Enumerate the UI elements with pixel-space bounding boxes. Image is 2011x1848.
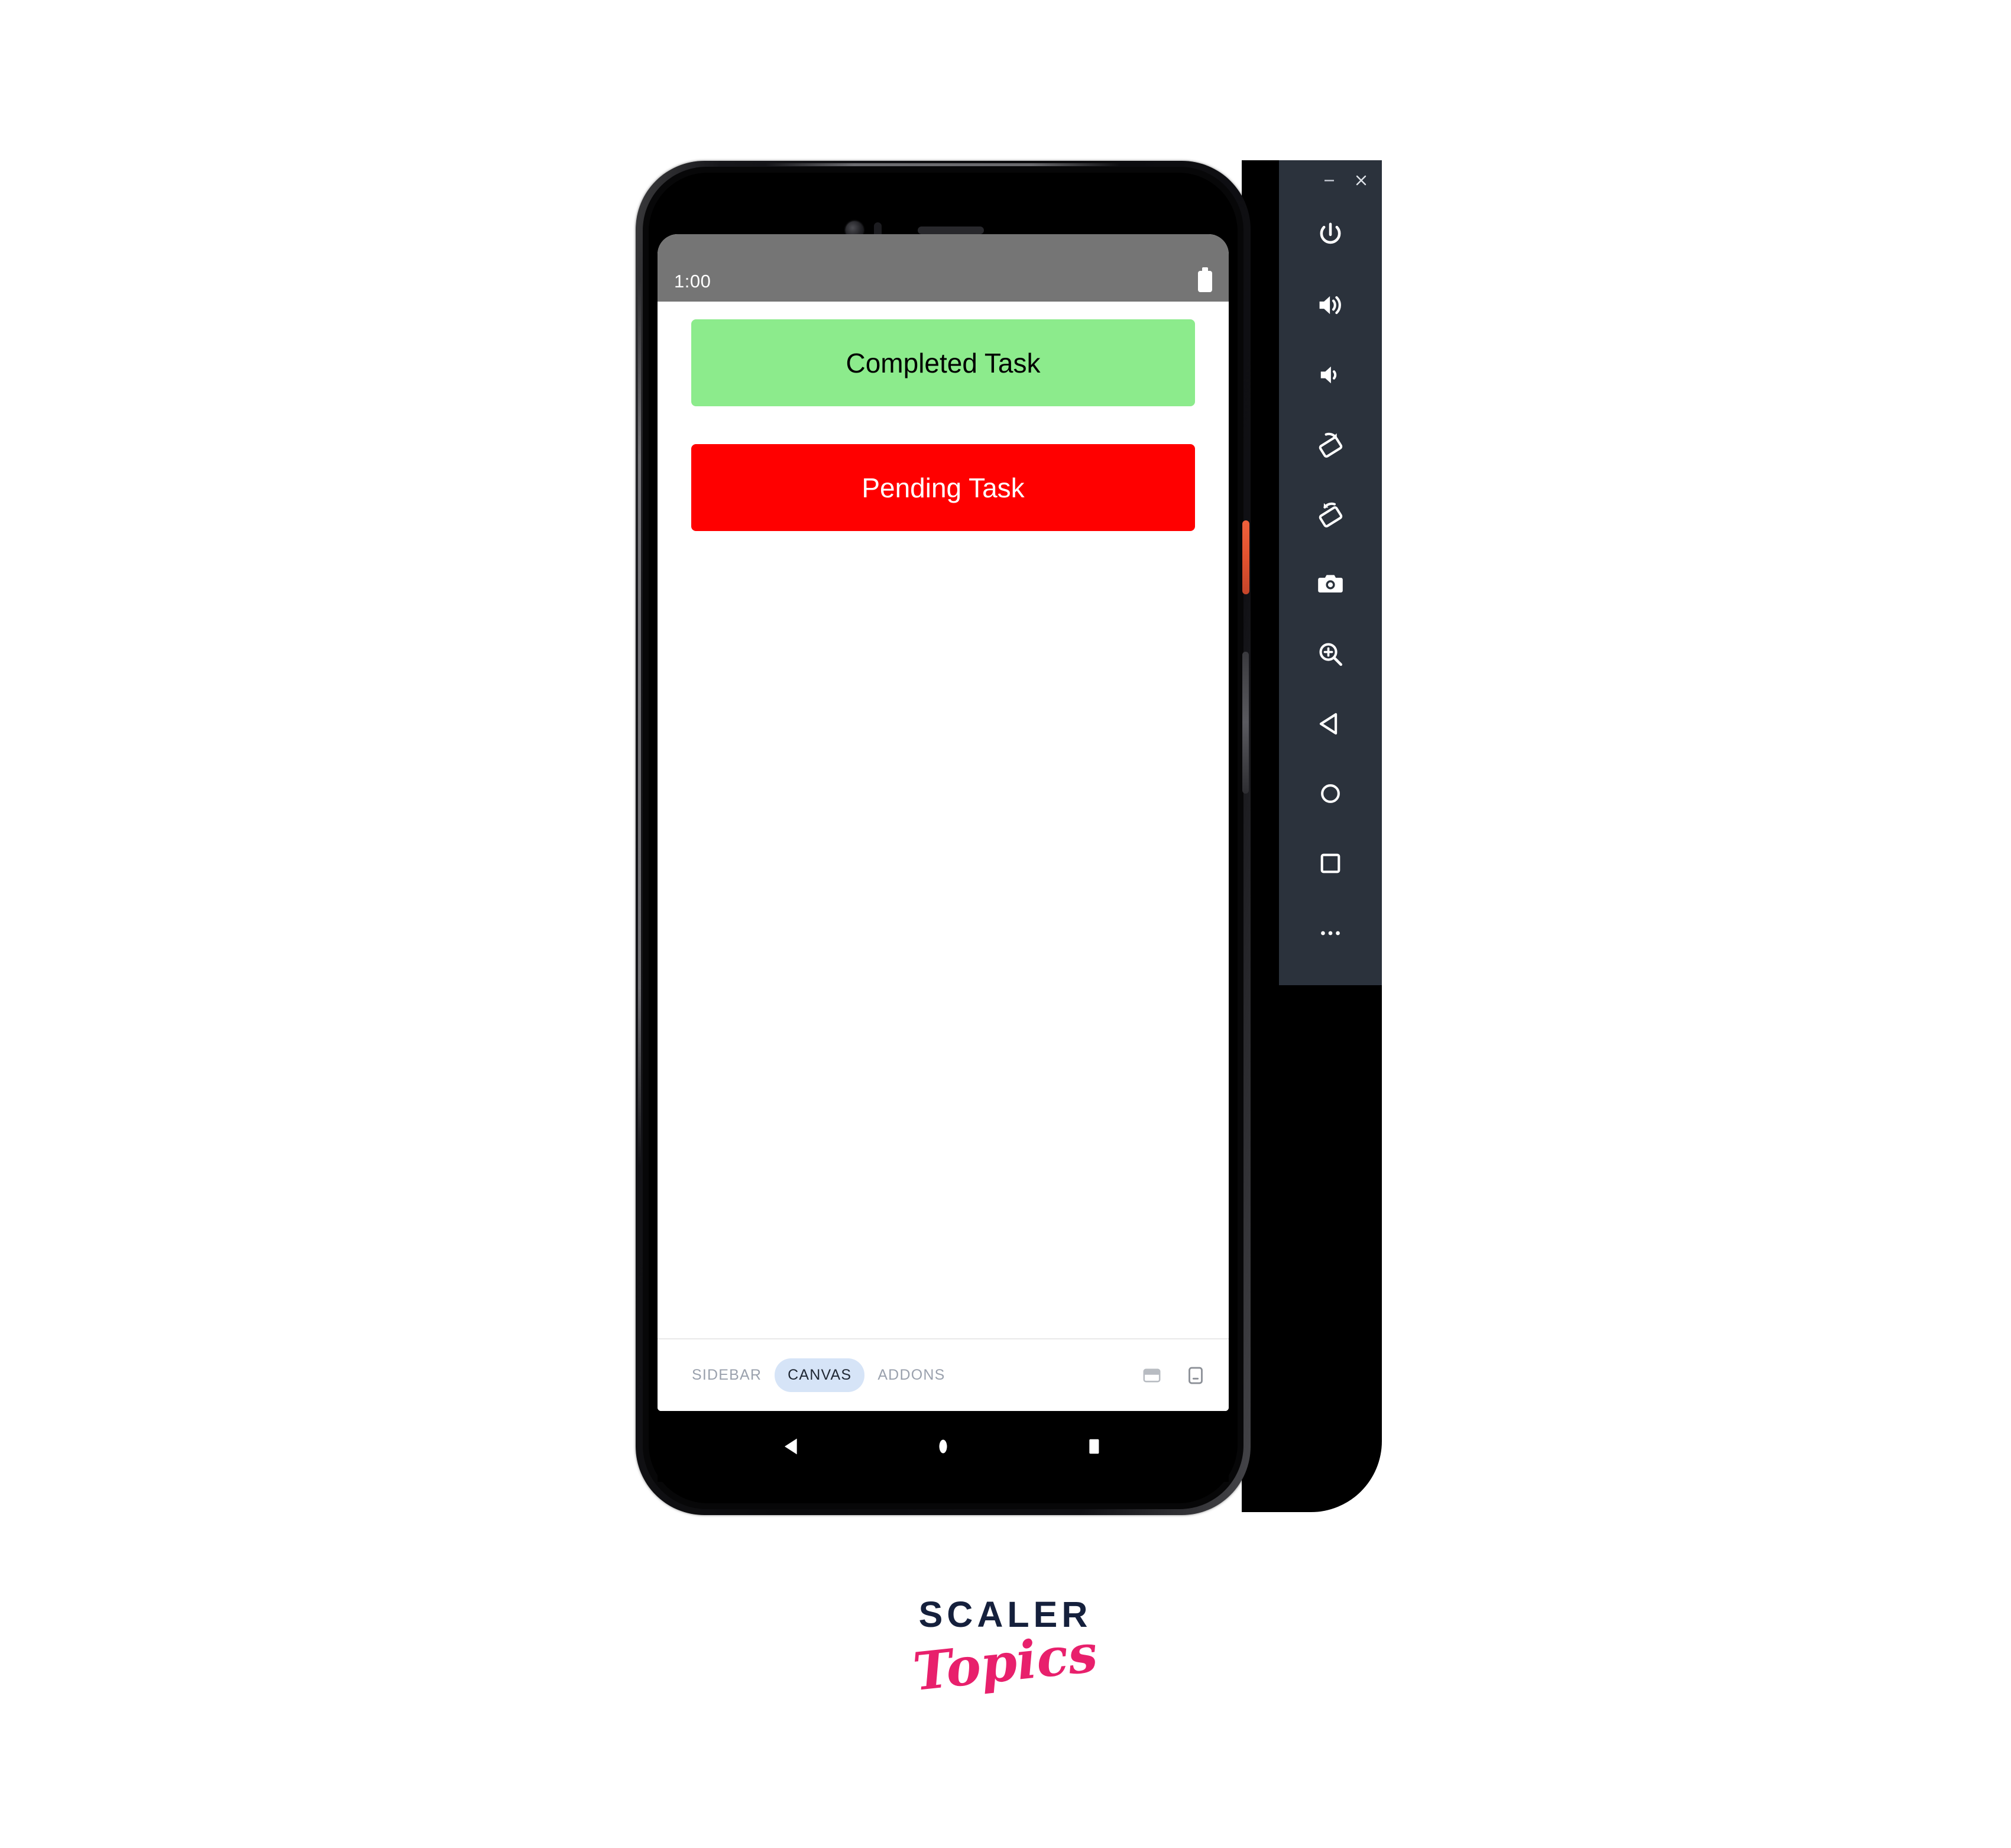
tab-canvas[interactable]: CANVAS: [775, 1358, 865, 1392]
earpiece-speaker-icon: [918, 226, 984, 234]
home-circle-icon[interactable]: [1279, 759, 1382, 828]
android-navigation-bar: [658, 1411, 1229, 1482]
rotate-left-icon[interactable]: [1279, 410, 1382, 480]
panel-bottom-icon[interactable]: [1136, 1360, 1167, 1391]
window-controls: [1279, 160, 1382, 200]
back-triangle-icon[interactable]: [1279, 689, 1382, 759]
minimize-icon[interactable]: [1320, 171, 1338, 189]
volume-up-icon[interactable]: [1279, 270, 1382, 340]
canvas-toolbar: SIDEBAR CANVAS ADDONS: [658, 1338, 1229, 1411]
zoom-in-icon[interactable]: [1279, 619, 1382, 689]
scaler-topics-logo: SCALER Topics: [875, 1597, 1135, 1703]
status-bar-time: 1:00: [674, 271, 711, 292]
hardware-volume-rocker[interactable]: [1242, 652, 1249, 794]
overview-square-icon[interactable]: [1279, 828, 1382, 898]
nav-back-triangle-icon[interactable]: [772, 1426, 812, 1467]
nav-recents-square-icon[interactable]: [1074, 1426, 1114, 1467]
device-preview-icon[interactable]: [1180, 1360, 1211, 1391]
hardware-power-button[interactable]: [1242, 520, 1249, 594]
close-icon[interactable]: [1352, 171, 1370, 189]
pending-task-button[interactable]: Pending Task: [691, 444, 1195, 531]
rotate-right-icon[interactable]: [1279, 480, 1382, 549]
completed-task-button[interactable]: Completed Task: [691, 319, 1195, 406]
power-icon[interactable]: [1279, 200, 1382, 270]
battery-full-icon: [1198, 267, 1212, 292]
phone-screen: 1:00 Completed Task Pending Task SIDEBAR…: [658, 234, 1229, 1411]
more-horizontal-icon[interactable]: [1279, 898, 1382, 968]
emulator-button-list: [1279, 200, 1382, 968]
camera-icon[interactable]: [1279, 549, 1382, 619]
tab-sidebar[interactable]: SIDEBAR: [679, 1358, 775, 1392]
android-status-bar: 1:00: [658, 234, 1229, 302]
volume-down-icon[interactable]: [1279, 340, 1382, 410]
phone-edge-highlight-top: [766, 163, 1121, 166]
app-content-area: Completed Task Pending Task: [658, 302, 1229, 1338]
tab-addons[interactable]: ADDONS: [864, 1358, 958, 1392]
logo-topics-wordmark: Topics: [910, 1622, 1100, 1703]
android-emulator-device: 1:00 Completed Task Pending Task SIDEBAR…: [636, 161, 1251, 1515]
emulator-toolbar-panel: [1279, 160, 1382, 985]
nav-home-circle-icon[interactable]: [923, 1426, 963, 1467]
phone-edge-highlight-left: [638, 279, 641, 1166]
